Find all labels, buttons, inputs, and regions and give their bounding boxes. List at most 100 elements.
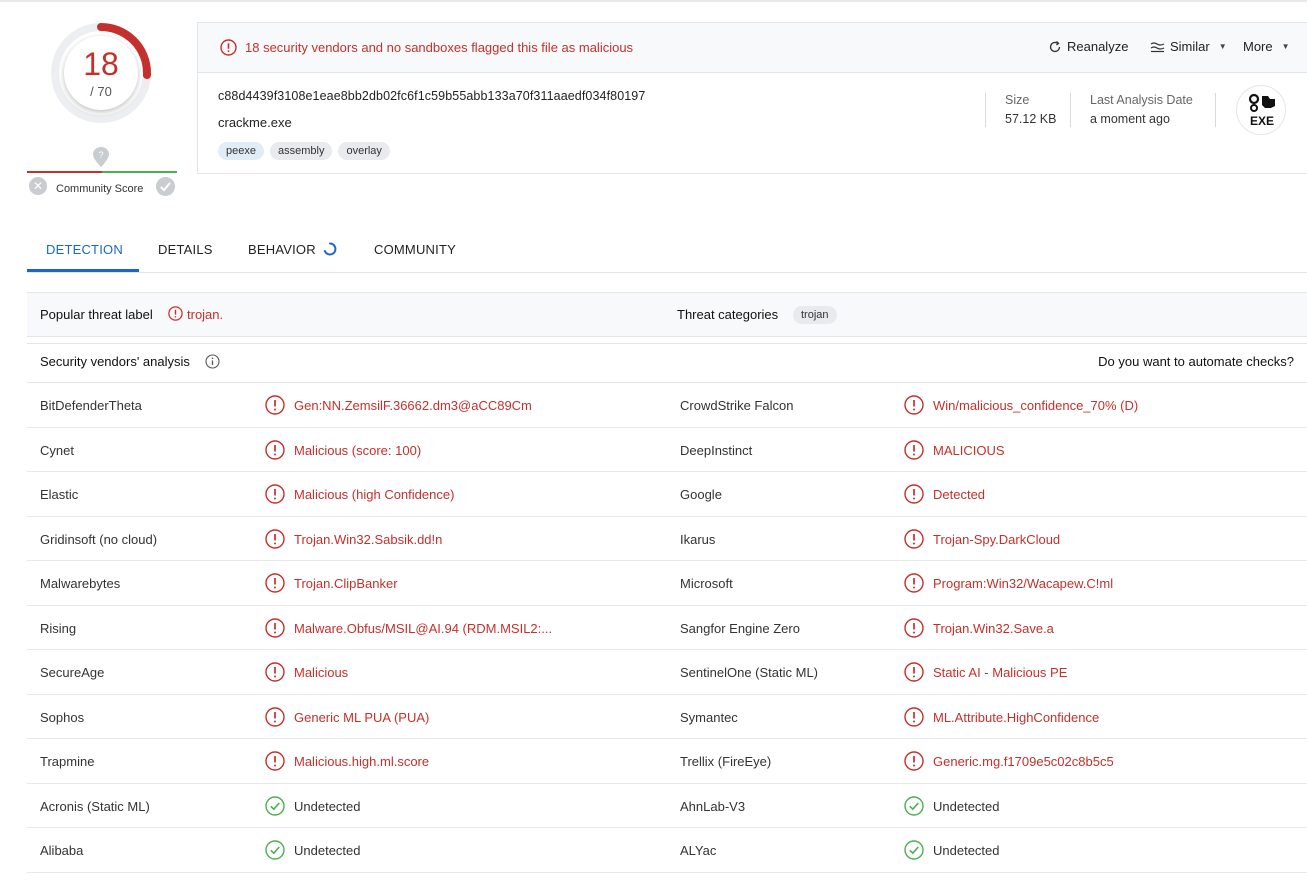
- file-name: crackme.exe: [218, 115, 292, 130]
- malicious-alert-icon: [265, 751, 285, 771]
- vendor-name: Google: [680, 487, 722, 502]
- detection-result: Gen:NN.ZemsilF.36662.dm3@aCC89Cm: [294, 398, 532, 413]
- score-detected: 18: [83, 46, 119, 82]
- tab-details[interactable]: DETAILS: [158, 242, 213, 257]
- malicious-alert-icon: [265, 528, 285, 549]
- malicious-alert-icon: [265, 617, 285, 638]
- tag-peexe[interactable]: peexe: [218, 142, 264, 160]
- vendors-title: Security vendors' analysis: [40, 354, 190, 369]
- community-bar-negative: [27, 171, 102, 173]
- vote-up-icon[interactable]: [156, 177, 175, 196]
- info-icon[interactable]: [205, 354, 220, 369]
- tab-behavior[interactable]: BEHAVIOR: [248, 242, 316, 257]
- detection-result: Undetected: [933, 798, 1000, 814]
- loading-spinner-icon: [323, 242, 337, 256]
- detection-result: ML.Attribute.HighConfidence: [933, 709, 1100, 725]
- more-label: More: [1243, 39, 1273, 54]
- table-row: Sophos Generic ML PUA (PUA) Symantec ML.Att…: [27, 695, 1307, 739]
- malicious-alert-icon: [904, 706, 924, 727]
- detection-result: Malicious: [294, 665, 349, 680]
- malicious-alert-icon: [904, 573, 924, 593]
- table-row: Elastic Malicious (high Confidence) Google…: [27, 472, 1307, 517]
- detection-result: Undetected: [294, 798, 361, 814]
- detection-result: Generic.mg.f1709e5c02c8b5c5: [933, 754, 1114, 769]
- vendor-name: Trapmine: [40, 754, 95, 769]
- similar-dropdown[interactable]: Similar ▼: [1150, 39, 1227, 54]
- tab-detection[interactable]: DETECTION: [46, 242, 123, 257]
- malicious-alert-icon: [265, 662, 285, 682]
- community-score: ? ✕ Community Score: [27, 146, 177, 196]
- detection-result: Trojan.Win32.Sabsik.dd!n: [294, 531, 443, 547]
- malicious-alert-icon: [904, 662, 924, 682]
- vendor-name: Malwarebytes: [40, 576, 121, 591]
- alert-bar: 18 security vendors and no sandboxes fla…: [198, 23, 1307, 73]
- malicious-alert-icon: [265, 573, 285, 593]
- vendor-name: CrowdStrike Falcon: [680, 398, 794, 413]
- tag-assembly[interactable]: assembly: [269, 142, 333, 160]
- alert-message: 18 security vendors and no sandboxes fla…: [245, 40, 634, 55]
- automate-checks-link[interactable]: Do you want to automate checks?: [1098, 354, 1294, 369]
- malicious-alert-icon: [904, 395, 924, 415]
- malicious-alert-icon: [265, 439, 285, 460]
- community-score-label: Community Score: [56, 183, 144, 195]
- detection-result: Malware.Obfus/MSIL@AI.94 (RDM.MSIL2:...: [294, 620, 553, 636]
- detection-result: Detected: [933, 487, 986, 502]
- vendor-name: BitDefenderTheta: [40, 398, 142, 413]
- vendor-name: DeepInstinct: [680, 442, 753, 458]
- vendor-name: Alibaba: [40, 843, 84, 858]
- threat-category-tag[interactable]: trojan: [793, 306, 837, 324]
- vendor-name: Symantec: [680, 709, 738, 725]
- tab-community[interactable]: COMMUNITY: [374, 242, 456, 257]
- file-type-label: EXE: [1249, 114, 1274, 128]
- detection-result: Static AI - Malicious PE: [933, 665, 1068, 680]
- table-row: Acronis (Static ML) Undetected AhnLab-V3 Un…: [27, 784, 1307, 828]
- malicious-alert-icon: [904, 751, 924, 771]
- detection-result: Program:Win32/Wacapew.C!ml: [933, 576, 1114, 591]
- file-summary-card: 18 security vendors and no sandboxes fla…: [197, 22, 1307, 174]
- detection-result: Undetected: [294, 843, 361, 858]
- malicious-alert-icon: [904, 484, 924, 504]
- detection-result: Trojan.Win32.Save.a: [933, 620, 1054, 636]
- malicious-alert-icon: [904, 528, 924, 549]
- community-bar-positive: [102, 171, 177, 173]
- chevron-down-icon: ▼: [1218, 42, 1227, 51]
- table-row: Alibaba Undetected ALYac Undetected: [27, 828, 1307, 873]
- vendor-name: Trellix (FireEye): [680, 754, 772, 769]
- popular-threat-value[interactable]: trojan.: [187, 307, 223, 322]
- gears-icon: [1248, 93, 1275, 112]
- reanalyze-label: Reanalyze: [1067, 39, 1129, 54]
- refresh-icon: [1049, 40, 1061, 52]
- more-dropdown[interactable]: More ▼: [1243, 39, 1290, 54]
- threat-summary-bar: Popular threat label trojan. Threat cate…: [27, 292, 1307, 337]
- divider: [985, 93, 986, 127]
- table-row: Gridinsoft (no cloud) Trojan.Win32.Sabsik…: [27, 517, 1307, 561]
- table-row: Malwarebytes Trojan.ClipBanker Microsoft Pr…: [27, 561, 1307, 606]
- detection-result: MALICIOUS: [933, 442, 1005, 458]
- top-divider: [0, 0, 1307, 2]
- vendor-name: Sophos: [40, 709, 85, 725]
- vendor-name: Microsoft: [680, 576, 733, 591]
- svg-text:?: ?: [98, 150, 103, 160]
- last-analysis-label: Last Analysis Date: [1090, 93, 1193, 107]
- vendor-name: SentinelOne (Static ML): [680, 665, 819, 680]
- table-row: Trapmine Malicious.high.ml.score Trellix (…: [27, 739, 1307, 784]
- vendor-name: Ikarus: [680, 531, 716, 547]
- detection-result: Win/malicious_confidence_70% (D): [933, 398, 1139, 413]
- vote-down-icon[interactable]: ✕: [29, 177, 47, 195]
- malicious-alert-icon: [265, 484, 285, 504]
- vendor-results-table: BitDefenderTheta Gen:NN.ZemsilF.36662.dm3…: [27, 383, 1307, 873]
- similar-label: Similar: [1170, 39, 1210, 54]
- active-tab-indicator: [27, 269, 139, 272]
- vendor-name: AhnLab-V3: [680, 798, 746, 814]
- threat-categories-label: Threat categories: [677, 307, 779, 322]
- table-row: Rising Malware.Obfus/MSIL@AI.94 (RDM.MSIL…: [27, 606, 1307, 650]
- chevron-down-icon: ▼: [1281, 42, 1290, 51]
- popular-threat-label: Popular threat label: [40, 307, 153, 322]
- table-row: BitDefenderTheta Gen:NN.ZemsilF.36662.dm3…: [27, 383, 1307, 428]
- last-analysis-value: a moment ago: [1090, 112, 1170, 126]
- tag-overlay[interactable]: overlay: [338, 142, 390, 160]
- detection-result: Trojan-Spy.DarkCloud: [933, 531, 1061, 547]
- reanalyze-button[interactable]: Reanalyze: [1048, 39, 1128, 54]
- vendor-name: Sangfor Engine Zero: [680, 620, 800, 636]
- file-hash[interactable]: c88d4439f3108e1eae8bb2db02fc6f1c59b55abb…: [218, 89, 645, 103]
